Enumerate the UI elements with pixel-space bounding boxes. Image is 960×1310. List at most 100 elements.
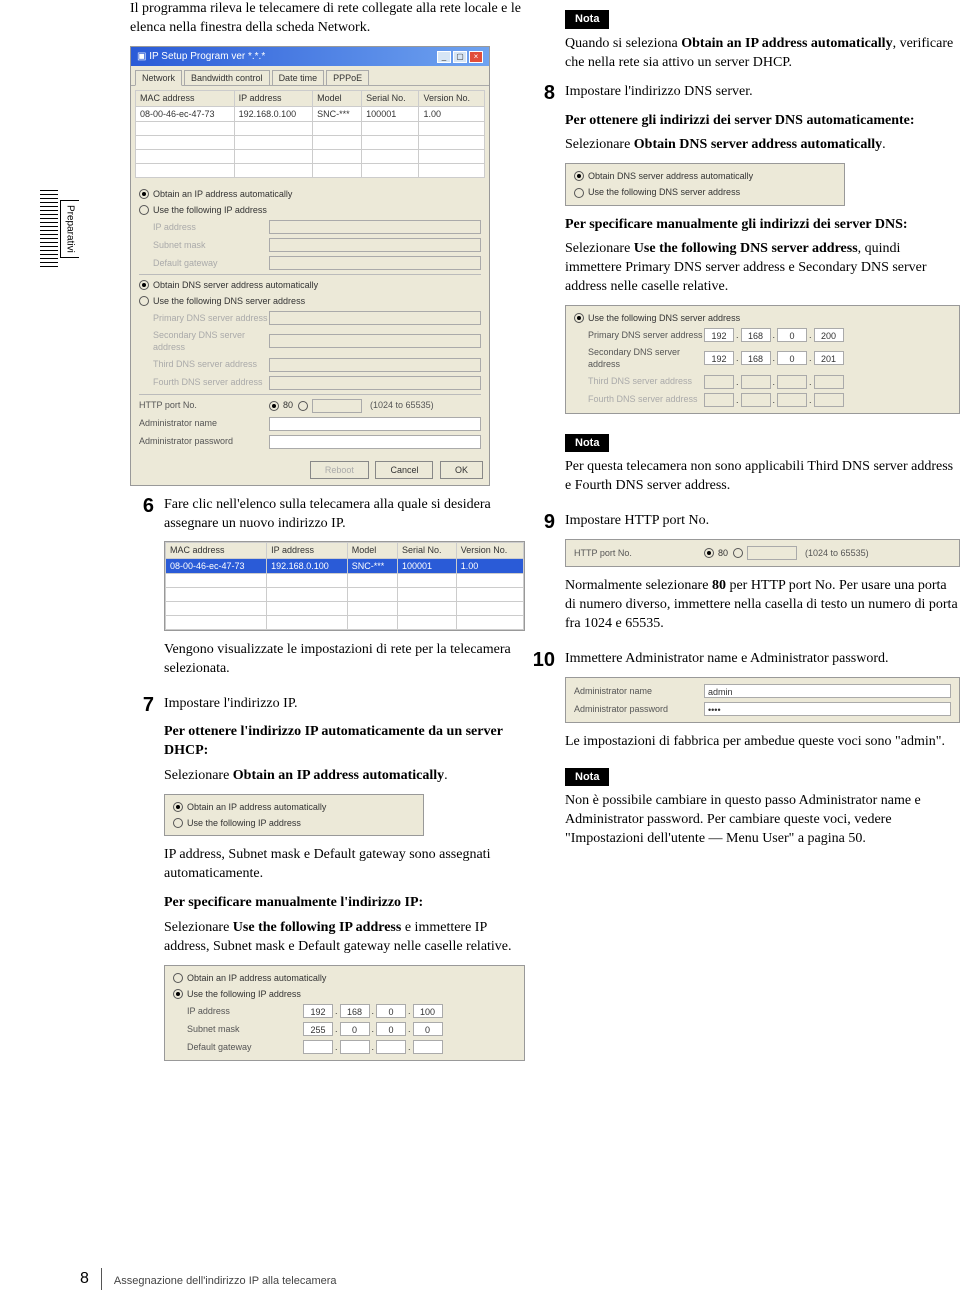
gateway-input[interactable]: ... (303, 1040, 443, 1054)
step-num-7: 7 (130, 695, 154, 1072)
titlebar: ▣ IP Setup Program ver *.*.* _ ▢ × (131, 47, 489, 67)
radio-obtain-ip-2[interactable] (173, 802, 183, 812)
radio-static-dns-2[interactable] (574, 188, 584, 198)
step7-h1: Per ottenere l'indirizzo IP automaticame… (164, 724, 503, 758)
tab-pppoe[interactable]: PPPoE (326, 70, 369, 85)
ok-button[interactable]: OK (440, 461, 483, 479)
radio-port80[interactable] (269, 401, 279, 411)
th-model: Model (313, 91, 362, 106)
step-8: 8 Impostare l'indirizzo DNS server. Per … (531, 83, 960, 503)
step-num-10: 10 (531, 650, 555, 855)
step-10: 10 Immettere Administrator name e Admini… (531, 650, 960, 855)
step-num-8: 8 (531, 83, 555, 503)
tdns-input: ... (704, 375, 844, 389)
footer-title: Assegnazione dell'indirizzo IP alla tele… (114, 1274, 337, 1290)
th-serial: Serial No. (362, 91, 419, 106)
step8-h1: Per ottenere gli indirizzi dei server DN… (565, 113, 915, 128)
nota-label-2: Nota (565, 434, 609, 453)
th-ip: IP address (234, 91, 313, 106)
page-number: 8 (80, 1268, 102, 1290)
fig-dns-manual: Use the following DNS server address Pri… (565, 305, 960, 413)
step-7: 7 Impostare l'indirizzo IP. Per ottenere… (130, 695, 525, 1072)
nota2-text: Per questa telecamera non sono applicabi… (565, 458, 960, 496)
left-column: Il programma rileva le telecamere di ret… (130, 0, 525, 1071)
radio-static-ip[interactable] (139, 205, 149, 215)
sdns-input[interactable]: 192. 168. 0. 201 (704, 351, 844, 365)
step6-text: Fare clic nell'elenco sulla telecamera a… (164, 496, 525, 534)
subnet-field (269, 238, 481, 252)
step7-t2: IP address, Subnet mask e Default gatewa… (164, 846, 525, 884)
ip-input[interactable]: 192. 168. 0. 100 (303, 1004, 443, 1018)
th-ver: Version No. (419, 91, 485, 106)
nota1-text: Quando si seleziona Obtain an IP address… (565, 35, 960, 73)
tab-network[interactable]: Network (135, 70, 182, 86)
table-row[interactable]: 08-00-46-ec-47-73 192.168.0.100 SNC-*** … (136, 106, 485, 121)
close-icon[interactable]: × (469, 51, 483, 63)
step-num-6: 6 (130, 496, 154, 685)
admin-pass-field[interactable] (269, 435, 481, 449)
step8-h2: Per specificare manualmente gli indirizz… (565, 217, 908, 232)
step6-after: Vengono visualizzate le impostazioni di … (164, 641, 525, 679)
radio-port80-2[interactable] (704, 548, 714, 558)
window-icon: ▣ (137, 50, 146, 64)
admin-name-field[interactable] (269, 417, 481, 431)
step9-text: Normalmente selezionare 80 per HTTP port… (565, 577, 960, 634)
step10-text: Le impostazioni di fabbrica per ambedue … (565, 733, 960, 752)
gateway-field (269, 256, 481, 270)
side-tab: Preparativi (60, 200, 79, 258)
step-9: 9 Impostare HTTP port No. HTTP port No. … (531, 512, 960, 640)
ip-field (269, 220, 481, 234)
radio-obtain-ip-3[interactable] (173, 973, 183, 983)
tab-bandwidth[interactable]: Bandwidth control (184, 70, 270, 85)
step8-title: Impostare l'indirizzo DNS server. (565, 83, 960, 102)
step7-h2: Per specificare manualmente l'indirizzo … (164, 895, 423, 910)
nota-label-3: Nota (565, 768, 609, 787)
table-row-selected[interactable]: 08-00-46-ec-47-73 192.168.0.100 SNC-*** … (166, 558, 524, 573)
radio-static-dns[interactable] (139, 296, 149, 306)
intro-text: Il programma rileva le telecamere di ret… (130, 0, 525, 38)
step9-title: Impostare HTTP port No. (565, 512, 960, 531)
step7-t1: Selezionare Obtain an IP address automat… (164, 767, 525, 786)
radio-portcustom-2[interactable] (733, 548, 743, 558)
fig-main-window: ▣ IP Setup Program ver *.*.* _ ▢ × Netwo… (130, 46, 490, 486)
admin-pass-field-2[interactable]: •••• (704, 702, 951, 716)
tabs: Network Bandwidth control Date time PPPo… (131, 66, 489, 86)
radio-obtain-dns[interactable] (139, 280, 149, 290)
fig-selected-table: MAC address IP address Model Serial No. … (164, 541, 525, 630)
th-mac: MAC address (136, 91, 235, 106)
subnet-input[interactable]: 255. 0. 0. 0 (303, 1022, 443, 1036)
fig-ip-manual: Obtain an IP address automatically Use t… (164, 965, 525, 1061)
step10-title: Immettere Administrator name e Administr… (565, 650, 960, 669)
side-decoration (40, 190, 58, 270)
pdns-input[interactable]: 192. 168. 0. 200 (704, 328, 844, 342)
radio-portcustom[interactable] (298, 401, 308, 411)
minimize-icon[interactable]: _ (437, 51, 451, 63)
fig-ip-auto: Obtain an IP address automatically Use t… (164, 794, 424, 836)
radio-static-ip-2[interactable] (173, 818, 183, 828)
step8-t2: Selezionare Use the following DNS server… (565, 240, 960, 297)
window-title: IP Setup Program ver *.*.* (149, 50, 265, 64)
cancel-button[interactable]: Cancel (375, 461, 433, 479)
radio-static-ip-3[interactable] (173, 989, 183, 999)
radio-obtain-ip[interactable] (139, 189, 149, 199)
step8-t1: Selezionare Obtain DNS server address au… (565, 136, 960, 155)
right-column: Nota Quando si seleziona Obtain an IP ad… (565, 0, 960, 1071)
radio-static-dns-3[interactable] (574, 313, 584, 323)
fig-dns-auto: Obtain DNS server address automatically … (565, 163, 845, 205)
reboot-button[interactable]: Reboot (310, 461, 369, 479)
radio-obtain-dns-2[interactable] (574, 171, 584, 181)
fig-admin: Administrator nameadmin Administrator pa… (565, 677, 960, 723)
maximize-icon[interactable]: ▢ (453, 51, 467, 63)
nota3-text: Non è possibile cambiare in questo passo… (565, 792, 960, 849)
fig-http-port: HTTP port No. 80 (1024 to 65535) (565, 539, 960, 567)
tab-datetime[interactable]: Date time (272, 70, 325, 85)
step7-t3: Selezionare Use the following IP address… (164, 919, 525, 957)
step-num-9: 9 (531, 512, 555, 640)
step-6: 6 Fare clic nell'elenco sulla telecamera… (130, 496, 525, 685)
step7-title: Impostare l'indirizzo IP. (164, 695, 525, 714)
fdns-input: ... (704, 393, 844, 407)
admin-name-field-2[interactable]: admin (704, 684, 951, 698)
nota-label-1: Nota (565, 10, 609, 29)
footer: 8 Assegnazione dell'indirizzo IP alla te… (80, 1268, 337, 1290)
camera-table[interactable]: MAC address IP address Model Serial No. … (135, 90, 485, 177)
